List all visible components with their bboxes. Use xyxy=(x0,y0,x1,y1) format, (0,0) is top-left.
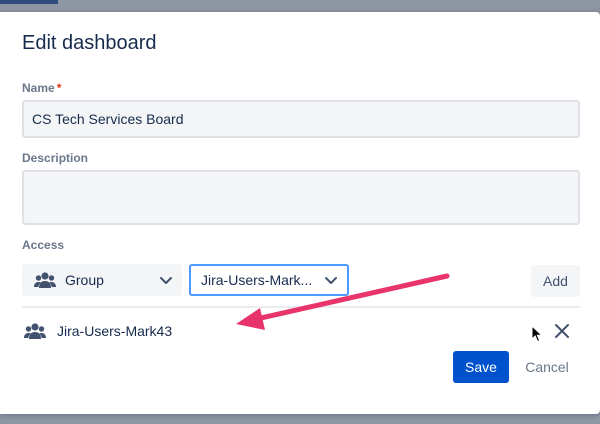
access-label: Access xyxy=(22,238,65,252)
group-icon xyxy=(24,323,46,339)
member-name: Jira-Users-Mark43 xyxy=(57,323,173,339)
divider xyxy=(22,306,580,308)
chevron-down-icon xyxy=(160,277,172,284)
add-button[interactable]: Add xyxy=(531,265,580,297)
list-item: Jira-Users-Mark43 xyxy=(24,318,580,344)
access-member-value: Jira-Users-Mark... xyxy=(201,272,313,288)
close-icon[interactable] xyxy=(552,321,572,341)
description-label: Description xyxy=(22,151,89,165)
save-button[interactable]: Save xyxy=(453,351,509,383)
access-type-value: Group xyxy=(65,272,104,288)
name-field[interactable]: CS Tech Services Board xyxy=(22,100,580,138)
name-field-value: CS Tech Services Board xyxy=(32,111,184,127)
description-field[interactable] xyxy=(22,170,580,225)
name-label-text: Name xyxy=(22,81,55,95)
mouse-cursor-icon xyxy=(531,325,543,343)
name-label: Name * xyxy=(22,81,61,95)
access-type-select[interactable]: Group xyxy=(22,264,182,296)
edit-dashboard-dialog: Edit dashboard Name * CS Tech Services Bo… xyxy=(0,12,600,414)
required-marker: * xyxy=(56,81,62,95)
background-topbar-accent xyxy=(0,0,58,4)
cancel-button[interactable]: Cancel xyxy=(517,351,577,383)
chevron-down-icon xyxy=(325,277,337,284)
dialog-title: Edit dashboard xyxy=(22,32,157,54)
access-member-select[interactable]: Jira-Users-Mark... xyxy=(189,264,349,296)
group-icon xyxy=(34,272,56,288)
